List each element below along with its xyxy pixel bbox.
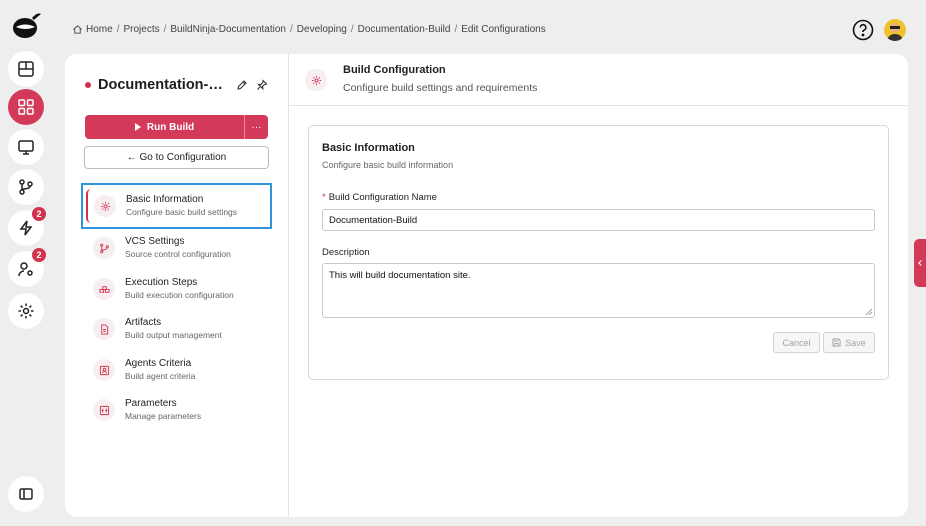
gear-icon bbox=[18, 303, 34, 319]
nav-item-description: Build agent criteria bbox=[125, 371, 196, 381]
home-icon bbox=[73, 25, 82, 34]
help-icon[interactable] bbox=[852, 19, 874, 41]
builds-nav-button[interactable]: 2 bbox=[8, 207, 46, 246]
breadcrumb-project[interactable]: BuildNinja-Documentation bbox=[170, 24, 286, 35]
gear-icon bbox=[94, 195, 116, 217]
nav-item-label: Agents Criteria bbox=[125, 358, 192, 369]
description-text: This will build documentation site. bbox=[329, 270, 471, 281]
projects-nav-button[interactable] bbox=[8, 89, 44, 125]
page-title: Documentation-Build bbox=[98, 77, 228, 93]
dashboard-icon bbox=[18, 61, 34, 77]
branch-icon bbox=[93, 237, 115, 259]
save-label: Save bbox=[845, 337, 866, 348]
file-icon bbox=[93, 318, 115, 340]
steps-icon bbox=[93, 278, 115, 300]
sidebar-item-parameters[interactable]: Parameters Manage parameters bbox=[83, 389, 270, 431]
name-field-label: * Build Configuration Name bbox=[322, 192, 437, 203]
configuration-sidebar: Documentation-Build Run Build ··· ← Go t… bbox=[65, 54, 289, 517]
cancel-button[interactable]: Cancel bbox=[773, 332, 820, 353]
user-avatar-icon bbox=[887, 23, 903, 41]
section-title: Build Configuration bbox=[343, 64, 446, 76]
nav-item-description: Configure basic build settings bbox=[126, 207, 238, 217]
run-build-button[interactable]: Run Build bbox=[85, 115, 244, 139]
dashboard-nav-button[interactable] bbox=[8, 51, 44, 87]
run-build-label: Run Build bbox=[146, 121, 195, 133]
go-to-configuration-button[interactable]: ← Go to Configuration bbox=[84, 146, 269, 169]
chevron-left-icon bbox=[918, 260, 924, 266]
configuration-name-input[interactable]: Documentation-Build bbox=[322, 209, 875, 231]
breadcrumb-current: Edit Configurations bbox=[461, 24, 546, 35]
nav-item-description: Source control configuration bbox=[125, 249, 231, 259]
edit-icon[interactable] bbox=[236, 79, 248, 91]
breadcrumb-separator: / bbox=[350, 24, 354, 35]
builds-badge: 2 bbox=[32, 207, 46, 221]
user-gear-icon bbox=[18, 262, 33, 277]
panel-toggle-icon bbox=[19, 488, 33, 500]
content-panel: Documentation-Build Run Build ··· ← Go t… bbox=[65, 54, 908, 517]
nav-item-description: Manage parameters bbox=[125, 411, 202, 421]
play-icon bbox=[134, 123, 141, 131]
breadcrumb-configuration[interactable]: Documentation-Build bbox=[358, 24, 451, 35]
breadcrumb-home[interactable]: Home bbox=[86, 24, 113, 35]
collapse-panel-tab[interactable] bbox=[914, 239, 926, 287]
nav-item-label: Execution Steps bbox=[125, 277, 198, 288]
card-title: Basic Information bbox=[322, 142, 415, 154]
agents-badge: 2 bbox=[32, 248, 46, 262]
parameters-icon bbox=[93, 399, 115, 421]
breadcrumb-separator: / bbox=[454, 24, 458, 35]
save-icon bbox=[832, 338, 841, 347]
sidebar-title-row: Documentation-Build bbox=[85, 76, 275, 94]
card-subtitle: Configure basic build information bbox=[322, 160, 454, 170]
agents-nav-button[interactable]: 2 bbox=[8, 248, 46, 287]
sidebar-item-vcs-settings[interactable]: VCS Settings Source control configuration bbox=[83, 227, 270, 269]
description-textarea[interactable]: This will build documentation site. bbox=[322, 263, 875, 318]
agent-icon bbox=[93, 359, 115, 381]
run-build-group: Run Build ··· bbox=[85, 115, 268, 139]
lightning-icon bbox=[19, 220, 33, 236]
ninja-logo-icon[interactable] bbox=[10, 9, 42, 41]
nav-item-label: VCS Settings bbox=[125, 236, 185, 247]
status-dot bbox=[85, 82, 91, 88]
breadcrumb-separator: / bbox=[290, 24, 293, 35]
sidebar-item-artifacts[interactable]: Artifacts Build output management bbox=[83, 308, 270, 350]
nav-item-label: Basic Information bbox=[126, 194, 204, 205]
monitor-nav-button[interactable] bbox=[8, 129, 44, 165]
breadcrumb-branch[interactable]: Developing bbox=[297, 24, 347, 35]
sidebar-item-execution-steps[interactable]: Execution Steps Build execution configura… bbox=[83, 268, 270, 310]
nav-item-description: Build execution configuration bbox=[125, 290, 234, 300]
breadcrumb: Home / Projects / BuildNinja-Documentati… bbox=[72, 24, 546, 35]
avatar[interactable] bbox=[884, 19, 906, 41]
breadcrumb-projects[interactable]: Projects bbox=[123, 24, 159, 35]
breadcrumb-separator: / bbox=[116, 24, 120, 35]
main-header: Build Configuration Configure build sett… bbox=[290, 54, 908, 106]
nav-item-label: Parameters bbox=[125, 398, 177, 409]
name-label-text: Build Configuration Name bbox=[328, 192, 437, 203]
basic-information-card: Basic Information Configure basic build … bbox=[308, 125, 889, 380]
sidebar-toggle-button[interactable] bbox=[8, 476, 44, 512]
nav-item-label: Artifacts bbox=[125, 317, 162, 328]
breadcrumb-separator: / bbox=[163, 24, 167, 35]
sidebar-item-agents-criteria[interactable]: Agents Criteria Build agent criteria bbox=[83, 349, 270, 391]
git-branch-icon bbox=[19, 179, 33, 195]
settings-icon bbox=[305, 69, 327, 91]
vcs-nav-button[interactable] bbox=[8, 169, 44, 205]
top-bar: Home / Projects / BuildNinja-Documentati… bbox=[52, 0, 926, 54]
description-field-label: Description bbox=[322, 247, 370, 258]
section-subtitle: Configure build settings and requirement… bbox=[343, 82, 538, 94]
settings-nav-button[interactable] bbox=[8, 293, 44, 329]
grid-icon bbox=[18, 99, 34, 115]
more-options-button[interactable]: ··· bbox=[244, 115, 268, 139]
required-marker: * bbox=[322, 192, 326, 203]
save-button[interactable]: Save bbox=[823, 332, 875, 353]
nav-rail: 2 2 bbox=[0, 0, 52, 526]
sidebar-item-basic-information[interactable]: Basic Information Configure basic build s… bbox=[81, 183, 272, 229]
pin-icon[interactable] bbox=[256, 79, 268, 91]
nav-item-description: Build output management bbox=[125, 330, 222, 340]
resize-grip-icon[interactable] bbox=[865, 308, 872, 315]
monitor-icon bbox=[18, 140, 34, 155]
